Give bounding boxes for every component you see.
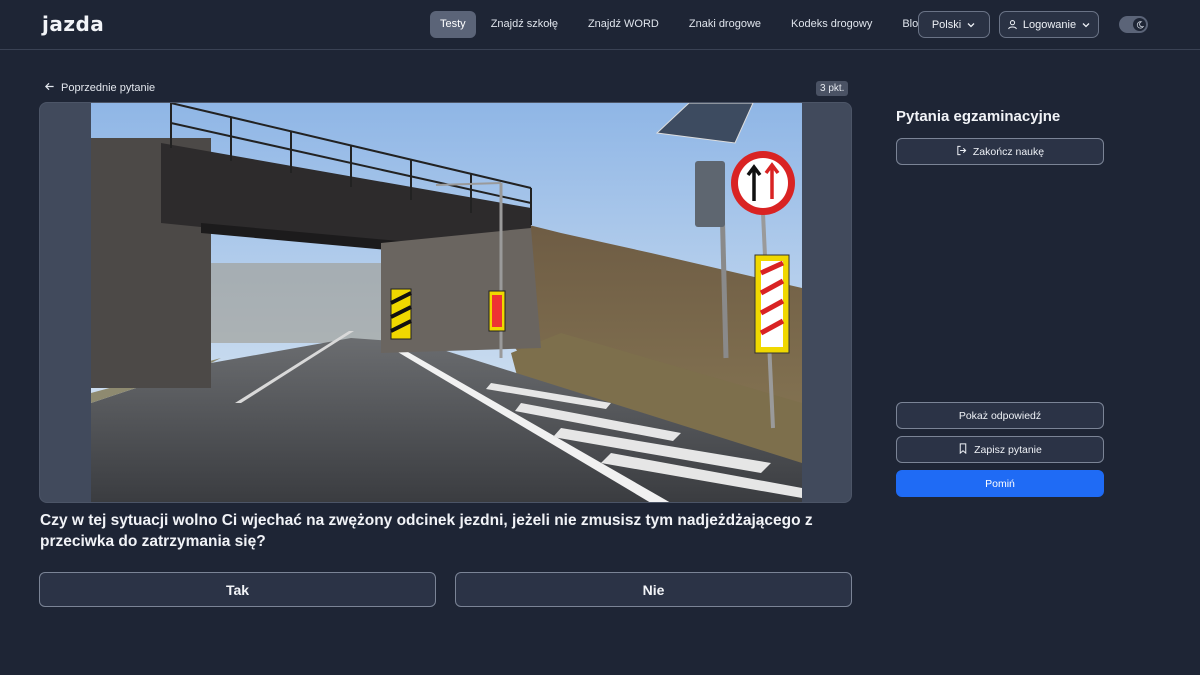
points-badge: 3 pkt. [816, 81, 849, 96]
skip-button[interactable]: Pomiń [896, 470, 1104, 497]
logo[interactable]: jazda [42, 11, 104, 37]
finish-learning-button[interactable]: Zakończ naukę [896, 138, 1104, 165]
chevron-down-icon [966, 20, 976, 30]
nav-item-znajdz-word[interactable]: Znajdź WORD [578, 11, 669, 38]
road-scene-image [91, 103, 802, 502]
arrow-left-icon [44, 81, 55, 95]
previous-question-link[interactable]: Poprzednie pytanie [44, 80, 155, 96]
nav-item-znajdz-szkole[interactable]: Znajdź szkołę [481, 11, 568, 38]
theme-toggle[interactable] [1119, 16, 1148, 33]
finish-learning-label: Zakończ naukę [972, 145, 1045, 158]
main-nav: Testy Znajdź szkołę Znajdź WORD Znaki dr… [430, 11, 934, 38]
top-navbar: jazda Testy Znajdź szkołę Znajdź WORD Zn… [0, 0, 1200, 50]
logout-icon [956, 145, 967, 159]
moon-icon [1133, 18, 1146, 31]
nav-item-testy[interactable]: Testy [430, 11, 476, 38]
answer-yes-button[interactable]: Tak [39, 572, 436, 607]
question-text: Czy w tej sytuacji wolno Ci wjechać na z… [40, 512, 813, 550]
save-question-button[interactable]: Zapisz pytanie [896, 436, 1104, 463]
previous-question-label: Poprzednie pytanie [61, 82, 156, 94]
nav-item-znaki-drogowe[interactable]: Znaki drogowe [679, 11, 771, 38]
bookmark-icon [958, 442, 968, 457]
chevron-down-icon [1081, 20, 1091, 30]
show-answer-button[interactable]: Pokaż odpowiedź [896, 402, 1104, 429]
question-media [39, 102, 852, 503]
sidebar-title: Pytania egzaminacyjne [896, 108, 1061, 125]
user-icon [1007, 19, 1018, 30]
login-label: Logowanie [1022, 18, 1077, 31]
login-button[interactable]: Logowanie [999, 11, 1099, 38]
skip-label: Pomiń [985, 477, 1015, 490]
answer-no-button[interactable]: Nie [455, 572, 852, 607]
save-question-label: Zapisz pytanie [974, 443, 1042, 456]
language-label: Polski [931, 18, 962, 31]
logo-text: jazda [42, 12, 105, 36]
nav-item-kodeks-drogowy[interactable]: Kodeks drogowy [781, 11, 882, 38]
language-select[interactable]: Polski [918, 11, 990, 38]
show-answer-label: Pokaż odpowiedź [958, 409, 1042, 422]
